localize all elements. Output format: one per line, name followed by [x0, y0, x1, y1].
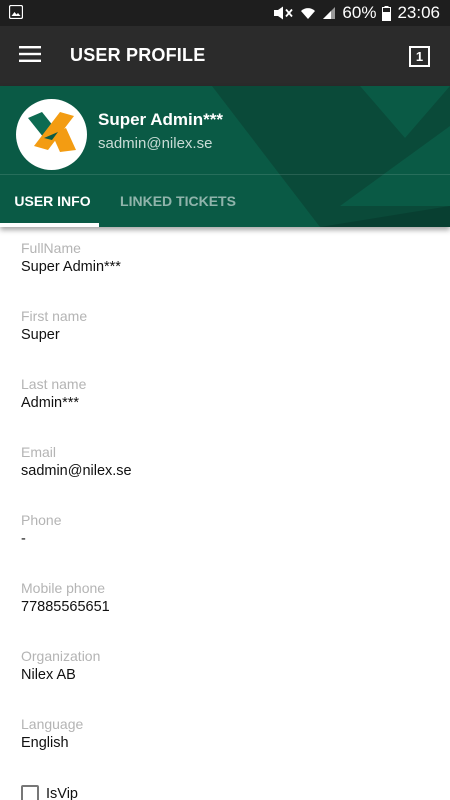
nilex-logo-icon	[26, 110, 78, 159]
tab-count-label: 1	[415, 49, 424, 64]
page-title: USER PROFILE	[70, 45, 206, 65]
field-value: -	[21, 531, 26, 547]
field-label: Language	[21, 716, 84, 732]
field-label: Mobile phone	[21, 580, 106, 596]
field-fullname: FullName Super Admin***	[21, 240, 431, 308]
field-label: First name	[21, 308, 88, 324]
field-value: Super	[21, 327, 60, 343]
profile-header: Super Admin*** sadmin@nilex.se USER INFO…	[0, 86, 450, 227]
is-vip-row: IsVip	[21, 784, 78, 800]
field-email: Email sadmin@nilex.se	[21, 444, 431, 512]
avatar	[16, 99, 87, 170]
status-bar: 60% 23:06	[0, 0, 450, 26]
field-value: English	[21, 735, 69, 751]
field-label: Organization	[21, 648, 101, 664]
app-bar: USER PROFILE 1	[0, 26, 450, 86]
tab-linked-tickets-label: LINKED TICKETS	[120, 193, 236, 209]
tab-user-info[interactable]: USER INFO	[0, 175, 105, 227]
field-label: FullName	[21, 240, 81, 256]
user-name: Super Admin***	[98, 110, 224, 129]
mute-icon	[272, 6, 294, 20]
battery-percent: 60%	[342, 3, 377, 22]
field-organization: Organization Nilex AB	[21, 648, 431, 716]
wifi-icon	[300, 6, 316, 20]
tab-switcher-button[interactable]: 1	[409, 46, 430, 67]
field-value: Admin***	[21, 395, 80, 411]
signal-icon	[322, 6, 336, 20]
field-last-name: Last name Admin***	[21, 376, 431, 444]
is-vip-label: IsVip	[46, 786, 78, 800]
field-label: Phone	[21, 512, 62, 528]
tab-user-info-label: USER INFO	[14, 193, 91, 209]
field-phone: Phone -	[21, 512, 431, 580]
is-vip-checkbox[interactable]	[21, 785, 39, 800]
field-value: sadmin@nilex.se	[21, 463, 132, 479]
field-mobile-phone: Mobile phone 77885565651	[21, 580, 431, 648]
battery-icon	[382, 5, 392, 21]
tab-linked-tickets[interactable]: LINKED TICKETS	[108, 175, 248, 227]
hamburger-menu-icon	[19, 45, 41, 67]
field-value: 77885565651	[21, 599, 110, 615]
field-language: Language English	[21, 716, 431, 784]
field-first-name: First name Super	[21, 308, 431, 376]
clock: 23:06	[397, 3, 440, 22]
field-value: Super Admin***	[21, 259, 121, 275]
field-label: Email	[21, 444, 57, 460]
menu-button[interactable]	[12, 38, 48, 74]
tab-indicator	[0, 223, 99, 227]
user-info-fields: FullName Super Admin*** First name Super…	[21, 240, 431, 784]
gallery-notification-icon	[9, 5, 23, 19]
user-email: sadmin@nilex.se	[98, 135, 213, 152]
field-value: Nilex AB	[21, 667, 76, 683]
field-label: Last name	[21, 376, 87, 392]
